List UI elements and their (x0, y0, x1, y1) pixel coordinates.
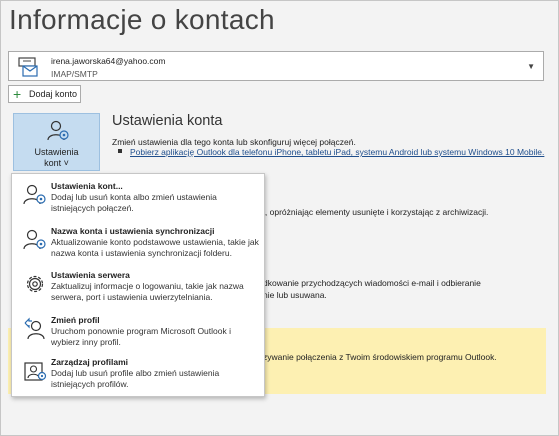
account-sync-icon (23, 229, 46, 250)
menu-item-server-settings[interactable]: Ustawienia serwera Zaktualizuj informacj… (12, 268, 264, 312)
manage-profiles-icon (24, 362, 47, 381)
settings-tile-label-line2: kont ˅ (44, 158, 69, 168)
banner-description: zywanie połączenia z Twoim środowiskiem … (263, 352, 497, 362)
menu-item-account-sync[interactable]: Nazwa konta i ustawienia synchronizacji … (12, 224, 264, 268)
plus-icon: + (13, 86, 22, 102)
account-settings-menu: Ustawienia kont... Dodaj lub usuń konta … (11, 173, 265, 397)
settings-tile-label-line1: Ustawienia (34, 147, 79, 157)
account-settings-description: Zmień ustawienia dla tego konta lub skon… (112, 137, 356, 147)
cleanup-description: j, opróżniając elementy usunięte i korzy… (263, 207, 489, 217)
account-email: irena.jaworska64@yahoo.com (51, 56, 166, 66)
add-account-button[interactable]: + Dodaj konto (8, 85, 81, 103)
account-settings-heading: Ustawienia konta (112, 113, 223, 129)
account-type: IMAP/SMTP (51, 69, 98, 79)
account-settings-button[interactable]: Ustawienia kont ˅ (13, 113, 100, 171)
menu-item-title: Ustawienia kont... (51, 181, 123, 191)
gear-icon (26, 275, 44, 293)
menu-item-title: Nazwa konta i ustawienia synchronizacji (51, 226, 215, 236)
chevron-down-icon: ▼ (527, 62, 535, 71)
backstage-view: Informacje o kontach irena.jaworska64@ya… (0, 0, 559, 436)
account-settings-icon (47, 120, 69, 141)
menu-item-description: Dodaj lub usuń konta albo zmień ustawien… (51, 192, 217, 213)
menu-item-description: Uruchom ponownie program Microsoft Outlo… (51, 326, 231, 347)
account-dropdown[interactable]: irena.jaworska64@yahoo.com IMAP/SMTP ▼ (8, 51, 544, 81)
menu-item-description: Aktualizowanie konto podstawowe ustawien… (51, 237, 259, 258)
add-account-label: Dodaj konto (29, 89, 78, 99)
menu-item-description: Zaktualizuj informacje o logowaniu, taki… (51, 281, 244, 302)
rules-description-line2: nie lub usuwana. (263, 290, 327, 300)
rules-description-line1: dkowanie przychodzących wiadomości e-mai… (263, 278, 481, 288)
page-title: Informacje o kontach (9, 4, 275, 35)
menu-item-title: Zarządzaj profilami (51, 357, 128, 367)
menu-item-change-profile[interactable]: Zmień profil Uruchom ponownie program Mi… (12, 313, 264, 357)
account-settings-icon (23, 184, 46, 205)
menu-item-title: Ustawienia serwera (51, 270, 130, 280)
change-profile-icon (24, 317, 45, 340)
menu-item-description: Dodaj lub usuń profile albo zmień ustawi… (51, 368, 220, 389)
mobile-app-link[interactable]: Pobierz aplikację Outlook dla telefonu i… (130, 147, 544, 157)
menu-item-title: Zmień profil (51, 315, 100, 325)
menu-item-account-settings[interactable]: Ustawienia kont... Dodaj lub usuń konta … (12, 179, 264, 223)
bullet (118, 149, 122, 153)
menu-item-manage-profiles[interactable]: Zarządzaj profilami Dodaj lub usuń profi… (12, 355, 264, 399)
mailbox-icon (18, 57, 38, 77)
